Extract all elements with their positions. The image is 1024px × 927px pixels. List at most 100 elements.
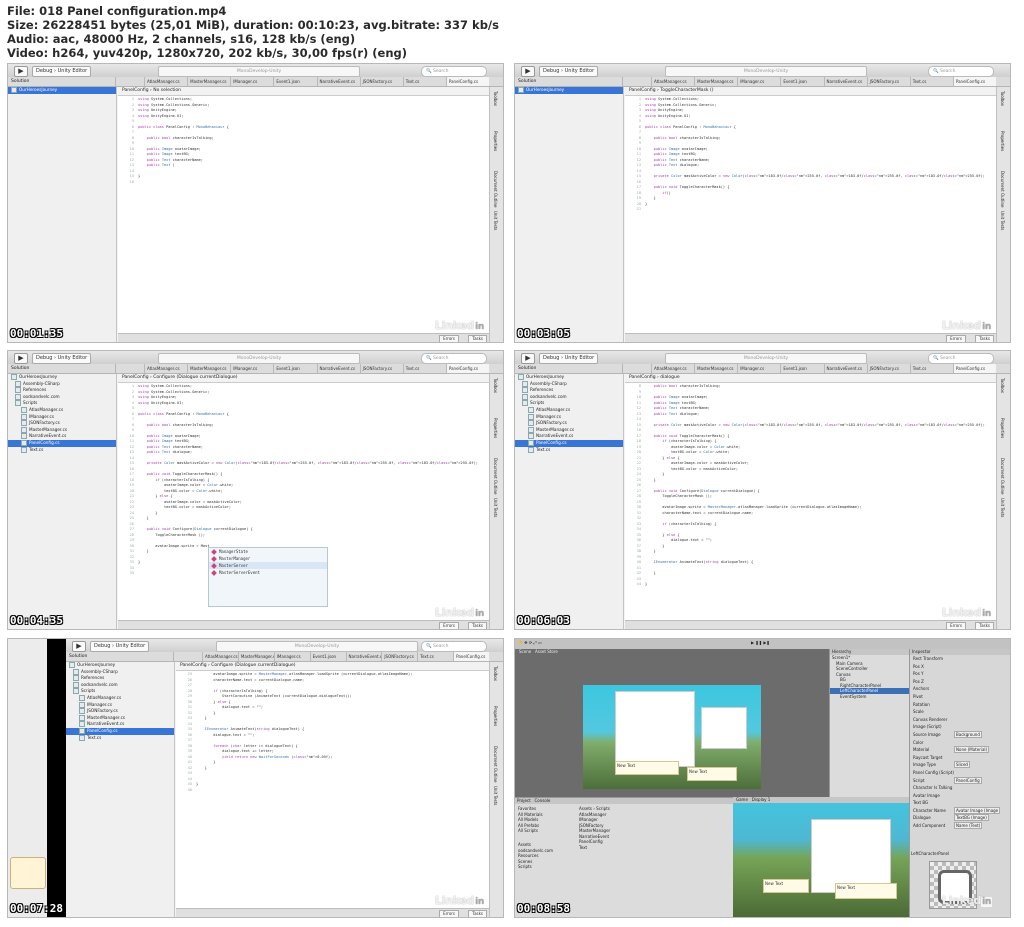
tasks-button[interactable]: Tasks — [468, 910, 487, 917]
tree-item[interactable]: Text.cs — [66, 734, 174, 742]
file-tab[interactable]: NarrativeEvent.cs — [316, 364, 360, 373]
inspector-field[interactable]: Material None (Material) — [910, 746, 1010, 754]
inspector-field[interactable]: Pos Y — [910, 670, 1010, 678]
dock-tab[interactable]: Document Outline — [1000, 458, 1005, 494]
tree-item[interactable]: Assembly-CSharp — [66, 668, 174, 676]
tree-item[interactable]: IManager.cs — [66, 701, 174, 709]
tree-item[interactable]: OurHeroesJourney — [515, 374, 623, 381]
file-tab[interactable]: Event1.json — [309, 652, 346, 661]
inspector-value[interactable]: None (Material) — [954, 746, 990, 754]
file-tab[interactable]: IManager.cs — [737, 77, 780, 86]
errors-button[interactable]: Errors — [946, 335, 966, 342]
file-tab[interactable]: AtlasManager.cs — [651, 77, 694, 86]
file-tab[interactable]: Event1.json — [780, 364, 823, 373]
search-field[interactable]: 🔍 Search — [928, 66, 994, 77]
inspector-field[interactable]: Raycast Target — [910, 754, 1010, 762]
dock-tab[interactable]: Properties — [493, 418, 498, 438]
dock-tab[interactable]: Properties — [1000, 131, 1005, 151]
tree-item[interactable]: AtlasManager.cs — [8, 406, 116, 414]
inspector-value[interactable]: Background — [954, 730, 982, 738]
code-editor[interactable]: 1 using System.Collections; 2 using System.… — [625, 96, 996, 334]
file-tab[interactable]: AtlasManager.cs — [144, 364, 187, 373]
file-tab[interactable]: IManager.cs — [737, 364, 780, 373]
breadcrumb[interactable]: PanelConfig › Configure (Dialogue curren… — [176, 662, 489, 671]
inspector-field[interactable]: Script PanelConfig — [910, 776, 1010, 785]
tree-item[interactable]: JSONFactory.cs — [8, 420, 116, 427]
inspector-field[interactable]: Pos X — [910, 663, 1010, 671]
breadcrumb[interactable]: PanelConfig › Configure (Dialogue curren… — [118, 374, 489, 383]
inspector-field[interactable]: Rotation — [910, 701, 1010, 709]
file-tab[interactable]: Event1.json — [780, 77, 823, 86]
dock-tab[interactable]: Document Outline — [493, 746, 498, 782]
inspector-field[interactable]: Canvas Renderer — [910, 716, 1010, 724]
tree-item[interactable]: Scripts — [515, 400, 623, 407]
search-field[interactable]: 🔍 Search — [421, 66, 487, 77]
tree-item[interactable]: oodsandvelc.com — [8, 393, 116, 401]
display-select[interactable]: Display 1 — [752, 797, 771, 802]
file-tab[interactable]: JSONFactory.cs — [381, 652, 417, 661]
dock-tab[interactable]: Toolbox — [493, 378, 498, 393]
file-tab[interactable]: PanelConfig.cs — [952, 77, 996, 86]
inspector-field[interactable]: Image Type Sliced — [910, 761, 1010, 769]
file-tab[interactable]: MasterManager.cs — [187, 77, 230, 86]
dock-tab[interactable]: Unit Tests — [1000, 211, 1005, 230]
file-tab[interactable]: JSONFactory.cs — [359, 364, 403, 373]
errors-button[interactable]: Errors — [946, 622, 966, 629]
tasks-button[interactable]: Tasks — [975, 335, 994, 342]
dock-tab[interactable]: Document Outline — [1000, 171, 1005, 207]
inspector-field[interactable]: Source Image Background — [910, 730, 1010, 739]
tree-item[interactable]: IManager.cs — [8, 413, 116, 421]
inspector-field[interactable]: Character Name Avatar Image (Image — [910, 806, 1010, 815]
tree-item[interactable]: oodsandvelc.com — [515, 393, 623, 401]
file-tab[interactable]: PanelConfig.cs — [453, 652, 489, 661]
tree-item[interactable]: oodsandvelc.com — [66, 681, 174, 689]
inspector-field[interactable]: Add Component Name (Text) — [910, 822, 1010, 830]
file-tab[interactable]: AtlasManager.cs — [202, 652, 238, 661]
breadcrumb[interactable]: PanelConfig › dialogue — [625, 374, 996, 383]
errors-button[interactable]: Errors — [439, 335, 459, 342]
dock-tab[interactable]: Unit Tests — [493, 786, 498, 805]
file-tab[interactable]: IManager.cs — [230, 77, 273, 86]
tree-item[interactable]: JSONFactory.cs — [66, 708, 174, 715]
inspector-field[interactable]: Dialogue TextBG (Image) — [910, 814, 1010, 822]
tree-item[interactable]: OurHeroesJourney — [8, 374, 116, 381]
tree-item[interactable]: Assembly-CSharp — [515, 380, 623, 388]
tree-item[interactable]: MasterManager.cs — [8, 426, 116, 434]
favorites-item[interactable]: All Scripts — [518, 828, 578, 834]
tree-item[interactable]: NarrativeEvent.cs — [515, 433, 623, 440]
inspector-field[interactable]: Image (Script) — [910, 723, 1010, 731]
autocomplete-item[interactable]: MasterServer — [209, 562, 327, 569]
file-tab[interactable]: AtlasManager.cs — [651, 364, 694, 373]
file-tab[interactable]: AtlasManager.cs — [144, 77, 187, 86]
dock-tab[interactable]: Toolbox — [1000, 91, 1005, 106]
autocomplete-item[interactable]: MasterServerEvent — [209, 569, 327, 576]
game-view[interactable]: Game Display 1 New Text New Text — [733, 797, 909, 917]
file-tab[interactable]: JSONFactory.cs — [866, 364, 910, 373]
tree-item[interactable]: OurHeroesJourney — [8, 87, 116, 94]
file-tab[interactable]: Event1.json — [273, 77, 316, 86]
inspector-field[interactable]: Text BG — [910, 799, 1010, 807]
inspector-field[interactable]: Character Is Talking — [910, 784, 1010, 792]
tasks-button[interactable]: Tasks — [468, 622, 487, 629]
tree-item[interactable]: References — [66, 675, 174, 682]
inspector-field[interactable]: Color — [910, 739, 1010, 747]
tree-item[interactable]: AtlasManager.cs — [515, 406, 623, 414]
file-tab[interactable]: Text.cs — [909, 364, 953, 373]
scheme-selector[interactable]: Debug › Unity Editor — [32, 66, 92, 77]
file-tab[interactable]: Text.cs — [402, 77, 446, 86]
tree-item[interactable]: NarrativeEvent.cs — [8, 433, 116, 440]
dock-tab[interactable]: Unit Tests — [493, 211, 498, 230]
scene-tab[interactable]: Scene — [519, 649, 531, 654]
tree-item[interactable]: PanelConfig.cs — [8, 439, 116, 447]
run-button[interactable]: ▶ — [72, 641, 86, 652]
scheme-selector[interactable]: Debug › Unity Editor — [90, 641, 150, 652]
inspector-field[interactable]: Pivot — [910, 693, 1010, 701]
file-tab[interactable]: MasterManager.cs — [694, 77, 737, 86]
dock-tab[interactable]: Properties — [493, 706, 498, 726]
dock-tab[interactable]: Document Outline — [493, 171, 498, 207]
scheme-selector[interactable]: Debug › Unity Editor — [32, 353, 92, 364]
tree-item[interactable]: AtlasManager.cs — [66, 694, 174, 702]
tree-item[interactable]: References — [515, 387, 623, 394]
dock-tab[interactable]: Properties — [493, 131, 498, 151]
tree-item[interactable]: Text.cs — [515, 446, 623, 454]
